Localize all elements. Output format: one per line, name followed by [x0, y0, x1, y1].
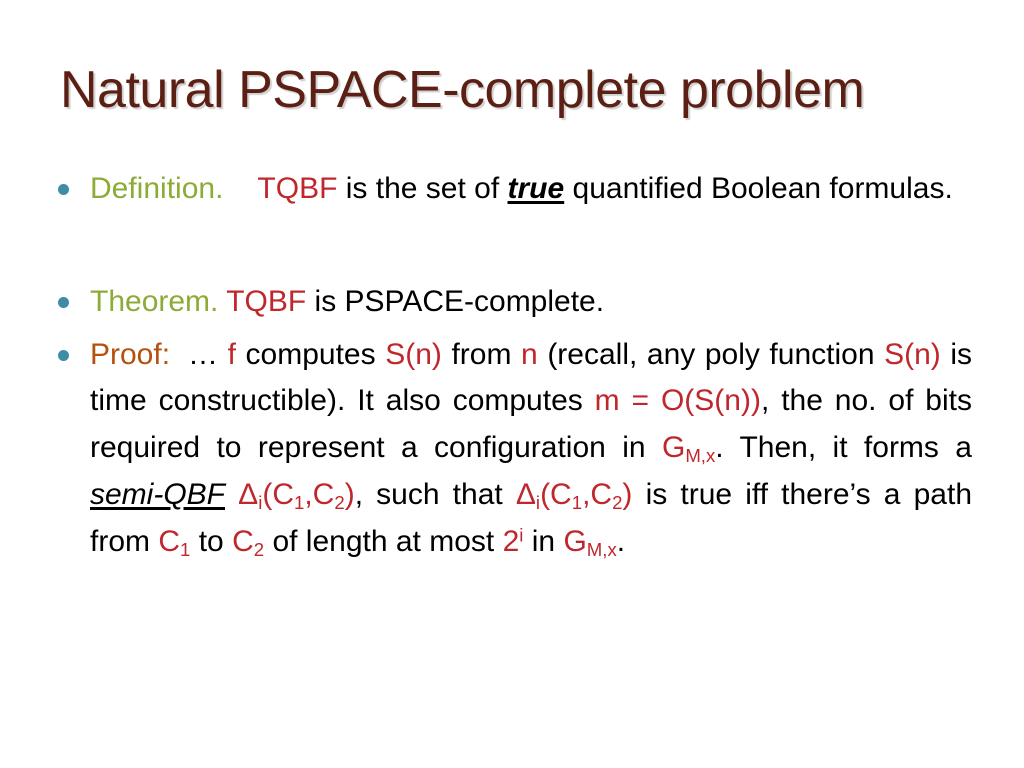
proof-text-3: (recall, any poly function: [547, 337, 875, 371]
c2-subscript: 2: [334, 492, 345, 514]
proof-text-12: .: [616, 524, 626, 558]
graph-subscript: M,x: [586, 538, 617, 560]
spacer-block: [52, 213, 972, 279]
definition-term: TQBF: [257, 172, 338, 205]
power-base: 2: [502, 524, 520, 558]
proof-length-bound: 2i: [503, 525, 524, 558]
proof-formula-delta-1: Δi(C1,C2): [238, 477, 355, 514]
proof-emphasis-semi-qbf: semi-QBF: [90, 477, 225, 511]
delta-base: Δ: [238, 477, 259, 511]
delta-open: (C: [262, 477, 294, 511]
delta-base: Δ: [515, 477, 536, 511]
proof-expr-sn-1: S(n): [385, 337, 442, 371]
c1-subscript: 1: [294, 492, 305, 514]
proof-label: Proof:: [90, 337, 171, 371]
bullet-definition: Definition. TQBF is the set of true quant…: [52, 166, 972, 213]
bullet-proof: Proof: … f computes S(n) from n (recall, …: [52, 332, 972, 566]
proof-text-10: of length at most: [272, 524, 495, 558]
bullet-theorem: Theorem. TQBF is PSPACE-complete.: [52, 279, 972, 326]
definition-emphasis-true: true: [507, 172, 565, 205]
proof-text-6: . Then, it forms a: [715, 431, 972, 465]
slide: Natural PSPACE-complete problem Definiti…: [0, 0, 1024, 768]
c1-subscript: 1: [571, 492, 583, 514]
config-subscript: 1: [180, 538, 191, 560]
theorem-term: TQBF: [226, 284, 307, 318]
proof-text-7: , such that: [354, 477, 503, 511]
delta-close: ): [344, 477, 355, 511]
page-title: Natural PSPACE-complete problem: [60, 61, 865, 119]
config-subscript: 2: [253, 538, 265, 560]
proof-graph-gmx-2: GM,x: [563, 524, 617, 560]
graph-base: G: [563, 524, 587, 558]
proof-formula-delta-2: Δi(C1,C2): [515, 477, 633, 514]
delta-open: (C: [540, 477, 572, 511]
proof-var-n: n: [521, 337, 538, 371]
proof-ellipsis: …: [188, 337, 219, 371]
proof-text-2: from: [451, 337, 512, 371]
c2-subscript: 2: [612, 492, 623, 514]
proof-expr-m-equals: m = O(S(n)): [594, 384, 761, 418]
proof-graph-gmx-1: GM,x: [661, 431, 716, 467]
delta-mid: ,C: [582, 477, 613, 511]
definition-text-2: quantified Boolean formulas.: [572, 172, 953, 205]
theorem-label: Theorem.: [90, 284, 219, 318]
proof-config-c1: C1: [158, 524, 191, 560]
proof-var-f: f: [227, 337, 236, 371]
config-base: C: [158, 524, 181, 558]
proof-text-11: in: [531, 524, 556, 558]
config-base: C: [232, 524, 254, 558]
proof-text-1: computes: [245, 337, 376, 371]
proof-expr-sn-2: S(n): [884, 337, 941, 371]
proof-text-9: to: [198, 524, 224, 558]
proof-config-c2: C2: [232, 524, 265, 560]
power-exponent: i: [519, 524, 524, 546]
graph-base: G: [661, 431, 686, 465]
theorem-text-1: is PSPACE-complete.: [314, 284, 605, 318]
delta-mid: ,C: [304, 477, 335, 511]
delta-close: ): [622, 477, 633, 511]
definition-label: Definition.: [90, 172, 224, 205]
slide-body: Definition. TQBF is the set of true quant…: [52, 166, 972, 566]
definition-text-1: is the set of: [345, 172, 500, 205]
graph-subscript: M,x: [685, 445, 716, 467]
